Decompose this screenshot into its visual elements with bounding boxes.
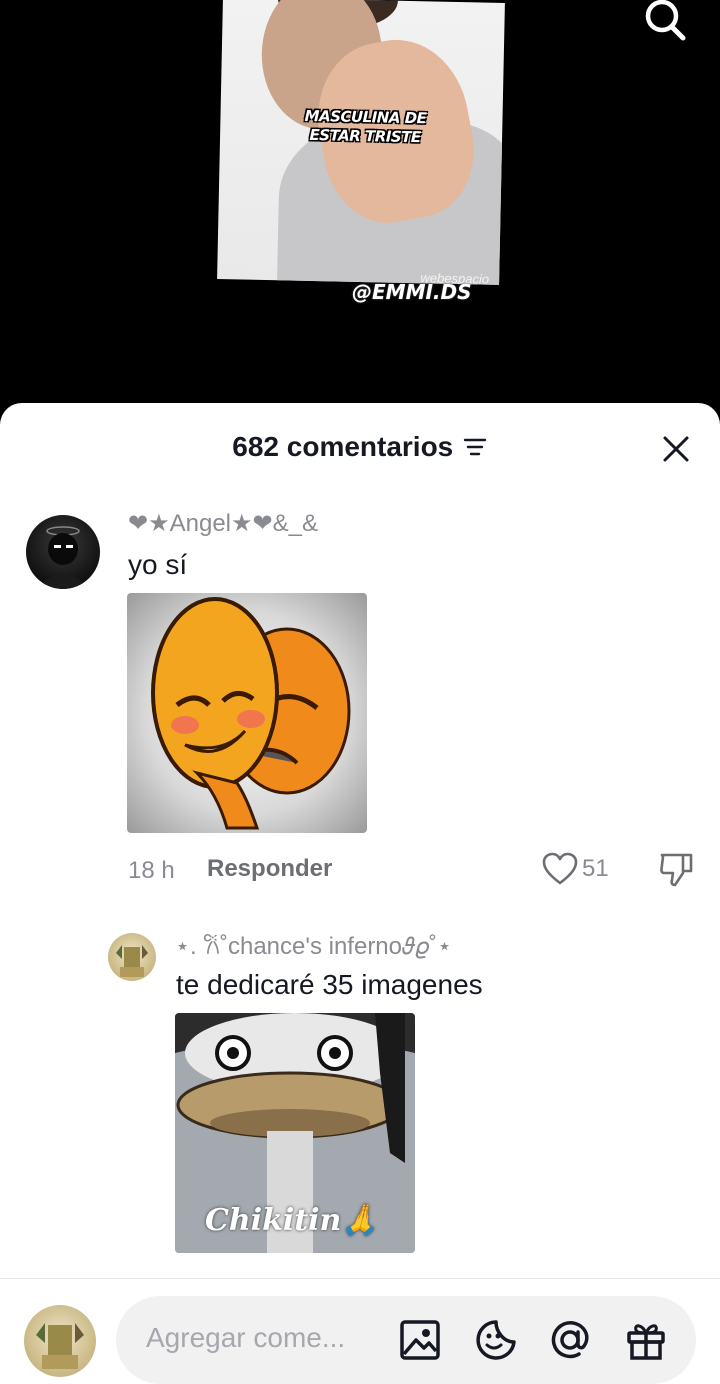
heart-icon	[542, 852, 578, 885]
gift-button[interactable]	[624, 1318, 668, 1362]
comment-item: ❤★Angel★❤&_& yo sí 18 h Responder 51	[0, 493, 720, 913]
comment-composer: Agregar come...	[0, 1278, 720, 1384]
reply-button[interactable]: Responder	[207, 855, 332, 883]
sticker-caption: Chikitin🙏	[205, 1203, 379, 1238]
close-icon	[663, 436, 689, 462]
search-button[interactable]	[640, 0, 690, 44]
comment-time: 18 h	[128, 857, 175, 884]
comment-text: te dedicaré 35 imagenes	[176, 969, 483, 1000]
meme-image: MASCULINA DE ESTAR TRISTE webespacio	[217, 0, 505, 285]
search-icon	[645, 0, 686, 41]
close-button[interactable]	[656, 429, 696, 469]
comments-count: 682 comentarios	[232, 431, 454, 462]
gift-icon	[627, 1324, 665, 1360]
comment-input[interactable]: Agregar come...	[116, 1296, 696, 1384]
emoji-mask-sticker	[151, 597, 351, 830]
image-button[interactable]	[398, 1318, 442, 1362]
image-icon	[400, 1320, 440, 1360]
dark-figure-icon	[36, 526, 90, 589]
sheet-header: 682 comentarios	[0, 403, 720, 493]
mention-button[interactable]	[548, 1318, 592, 1362]
video-player[interactable]: MASCULINA DE ESTAR TRISTE webespacio @EM…	[0, 0, 720, 420]
sticker-button[interactable]	[474, 1318, 518, 1362]
like-count: 51	[582, 855, 609, 882]
cat-avatar-icon	[36, 1323, 84, 1369]
comment-username[interactable]: ⋆. 𐙚˚chance's inferno𝜗𝜚˚⋆	[175, 929, 452, 962]
comment-input-placeholder: Agregar come...	[146, 1322, 346, 1353]
sticker-icon	[476, 1320, 516, 1360]
comments-count-wrap[interactable]: 682 comentarios	[0, 431, 720, 463]
comment-text: yo sí	[128, 549, 188, 580]
comment-sticker-image[interactable]	[127, 593, 367, 833]
avatar[interactable]	[108, 933, 156, 981]
comments-sheet: 682 comentarios ❤★Angel★❤&_& yo sí 18 h …	[0, 403, 720, 1384]
dislike-button[interactable]	[657, 849, 697, 889]
meme-caption: MASCULINA DE ESTAR TRISTE	[304, 106, 427, 147]
avatar[interactable]	[26, 515, 100, 589]
filter-icon[interactable]	[462, 434, 488, 460]
my-avatar[interactable]	[24, 1305, 96, 1377]
thumbs-down-icon	[660, 853, 693, 887]
creator-handle: @EMMI.DS	[352, 280, 472, 304]
comment-sticker-image[interactable]: Chikitin🙏	[175, 1013, 415, 1253]
mention-icon	[551, 1321, 589, 1359]
comment-item: ⋆. 𐙚˚chance's inferno𝜗𝜚˚⋆ te dedicaré 35…	[0, 913, 720, 1273]
cat-avatar-icon	[116, 945, 148, 977]
like-button[interactable]: 51	[542, 849, 609, 889]
comment-username[interactable]: ❤★Angel★❤&_&	[128, 509, 318, 538]
